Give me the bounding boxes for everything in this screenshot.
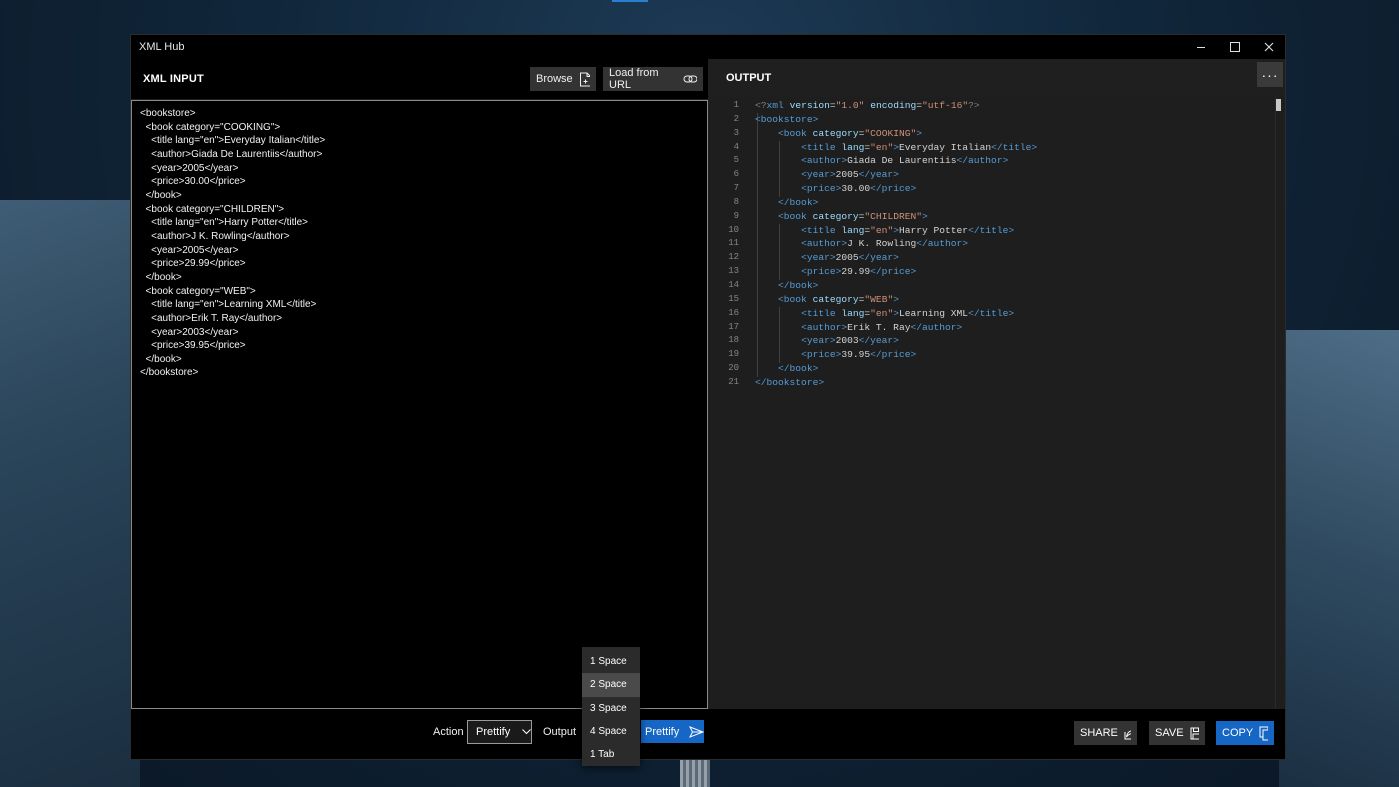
code-line: <author>Erik T. Ray</author> [801,321,963,333]
dropdown-option[interactable]: 3 Space [582,697,640,720]
copy-button[interactable]: COPY [1216,721,1274,745]
chevron-down-icon [522,729,531,735]
browse-button[interactable]: Browse [530,67,596,91]
line-number: 5 [733,155,739,166]
code-line: <bookstore> [755,113,819,125]
line-number: 19 [728,349,739,360]
code-line: <price>39.95</price> [801,349,917,361]
output-format-dropdown[interactable]: 1 Space 2 Space 3 Space 4 Space 1 Tab [582,647,640,766]
desktop-wallpaper-right [1279,330,1399,787]
code-line: <?xml version="1.0" encoding="utf-16"?> [755,100,980,111]
code-line: <price>30.00</price> [801,183,917,195]
editor-scrollbar[interactable] [1275,97,1276,709]
desktop-accent-bar [612,0,648,2]
share-icon [1124,729,1131,739]
load-url-label: Load from URL [609,67,659,91]
action-select-value: Prettify [476,726,511,738]
output-title: OUTPUT [726,72,772,84]
line-number: 2 [733,113,739,124]
code-line: <year>2005</year> [801,252,899,264]
code-line: <title lang="en">Harry Potter</title> [801,224,1015,236]
copy-icon [1259,726,1268,740]
share-label: SHARE [1080,727,1118,739]
app-window: XML Hub XML INPUT Browse Load from URL <… [131,35,1285,759]
code-line: <year>2003</year> [801,335,899,347]
line-number: 10 [728,224,739,235]
line-number: 3 [733,127,739,138]
save-button[interactable]: SAVE [1149,721,1205,745]
minimize-icon [1197,47,1205,48]
line-number: 21 [728,376,739,387]
save-label: SAVE [1155,727,1184,739]
code-line: <year>2005</year> [801,169,899,181]
line-number: 7 [733,183,739,194]
file-add-icon [579,72,590,86]
formatted-xml: <?xml version="1.0" encoding="utf-16"?> … [755,97,1037,390]
bottom-toolbar: Action Prettify Output Prettify SHARE SA… [131,709,1285,759]
output-header: OUTPUT ··· [709,59,1285,99]
dropdown-option[interactable]: 2 Space [582,673,640,697]
output-format-label: Output [543,726,577,738]
line-number: 12 [728,252,739,263]
editor-scroll-thumb[interactable] [1276,99,1281,111]
line-number: 16 [728,307,739,318]
code-line: </book> [778,279,819,291]
input-title: XML INPUT [143,73,204,85]
code-line: <title lang="en">Everyday Italian</title… [801,141,1038,153]
prettify-label: Prettify [645,725,680,738]
xml-input-textarea[interactable]: <bookstore> <book category="COOKING"> <t… [131,100,708,709]
prettify-button[interactable]: Prettify [641,720,704,743]
close-button[interactable] [1252,35,1286,59]
line-number: 13 [728,266,739,277]
line-number: 20 [728,363,739,374]
app-title: XML Hub [139,41,185,53]
share-button[interactable]: SHARE [1074,721,1137,745]
browse-label: Browse [536,73,573,85]
maximize-icon [1230,42,1240,52]
desktop-wallpaper-road [680,757,710,787]
desktop-wallpaper-left [0,200,140,787]
close-icon [1264,42,1274,52]
title-bar[interactable]: XML Hub [131,35,1285,59]
code-line: <author>Giada De Laurentiis</author> [801,155,1009,167]
line-number: 14 [728,279,739,290]
code-line: <book category="CHILDREN"> [778,210,928,222]
code-line: <book category="WEB"> [778,293,899,305]
output-editor[interactable]: 1 2 3 4 5 6 7 8 9 10 11 12 13 14 15 16 17 18 19 20 21 <?xml … [709,97,1285,709]
more-options-button[interactable]: ··· [1257,62,1283,87]
maximize-button[interactable] [1218,35,1252,59]
send-icon [689,725,704,738]
minimize-button[interactable] [1184,35,1218,59]
load-from-url-button[interactable]: Load from URL [603,67,703,91]
line-number: 18 [728,335,739,346]
line-number: 4 [733,141,739,152]
line-number: 15 [728,293,739,304]
line-number: 11 [728,238,739,249]
line-number: 6 [733,169,739,180]
floppy-disk-icon [1190,727,1199,739]
code-line: <author>J K. Rowling</author> [801,238,969,250]
link-icon [683,75,697,83]
dropdown-option[interactable]: 4 Space [582,720,640,743]
line-number: 1 [733,100,739,110]
line-number: 17 [728,321,739,332]
line-number: 9 [733,210,739,221]
copy-label: COPY [1222,727,1254,739]
action-label: Action [433,726,464,738]
line-number-gutter: 1 2 3 4 5 6 7 8 9 10 11 12 13 14 15 16 17 18 19 20 21 [709,97,739,390]
dropdown-option[interactable]: 1 Tab [582,743,640,766]
code-line: </book> [778,196,819,208]
code-line: <price>29.99</price> [801,266,917,278]
code-line: <title lang="en">Learning XML</title> [801,307,1015,319]
dropdown-option[interactable]: 1 Space [582,650,640,673]
code-line: </bookstore> [755,376,825,388]
code-line: <book category="COOKING"> [778,127,923,139]
action-select[interactable]: Prettify [467,720,532,744]
xml-input-text: <bookstore> <book category="COOKING"> <t… [140,108,326,379]
line-number: 8 [733,196,739,207]
code-line: </book> [778,363,819,375]
